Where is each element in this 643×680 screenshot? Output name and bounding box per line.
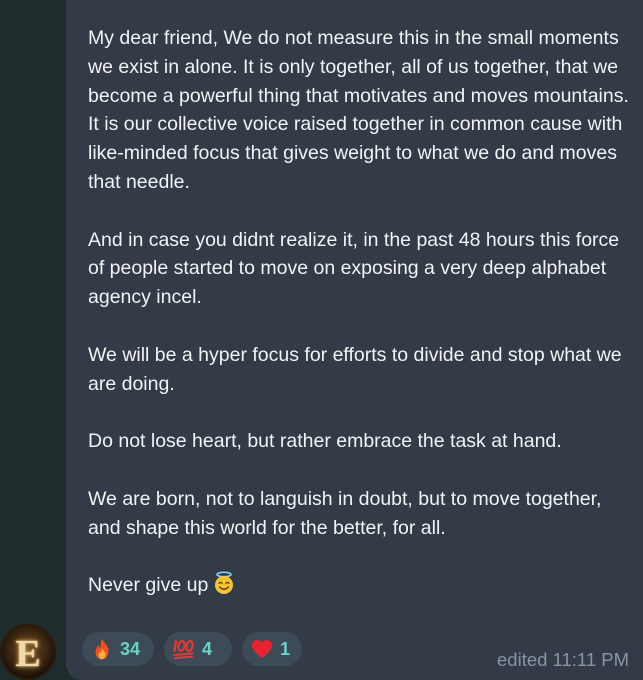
message-paragraph: My dear friend, We do not measure this i…: [88, 27, 635, 193]
fire-icon: [95, 638, 109, 660]
message-text: My dear friend, We do not measure this i…: [88, 24, 633, 600]
message-status: edited 11:11 PM: [497, 649, 629, 670]
avatar-letter: E: [15, 633, 41, 675]
message-paragraph: Do not lose heart, but rather embrace th…: [88, 430, 562, 453]
message-bubble[interactable]: My dear friend, We do not measure this i…: [66, 0, 643, 680]
reaction-count: 34: [120, 638, 141, 659]
avatar[interactable]: E: [0, 624, 56, 680]
red-heart-icon: [252, 640, 272, 658]
reaction-fire[interactable]: 34: [82, 632, 154, 666]
reaction-heart[interactable]: 1: [242, 632, 302, 666]
smiling-face-with-halo-icon: [215, 571, 234, 595]
message-paragraph: We are born, not to languish in doubt, b…: [88, 487, 607, 539]
message-paragraph: We will be a hyper focus for efforts to …: [88, 343, 628, 395]
hundred-points-icon: [173, 639, 194, 659]
reaction-count: 1: [280, 638, 291, 659]
reaction-count: 4: [202, 638, 213, 659]
message-paragraph: And in case you didnt realize it, in the…: [88, 228, 625, 309]
reaction-hundred[interactable]: 4: [164, 632, 232, 666]
message-closing-line: Never give up: [88, 571, 633, 600]
message-closing: Never give up: [88, 574, 209, 597]
